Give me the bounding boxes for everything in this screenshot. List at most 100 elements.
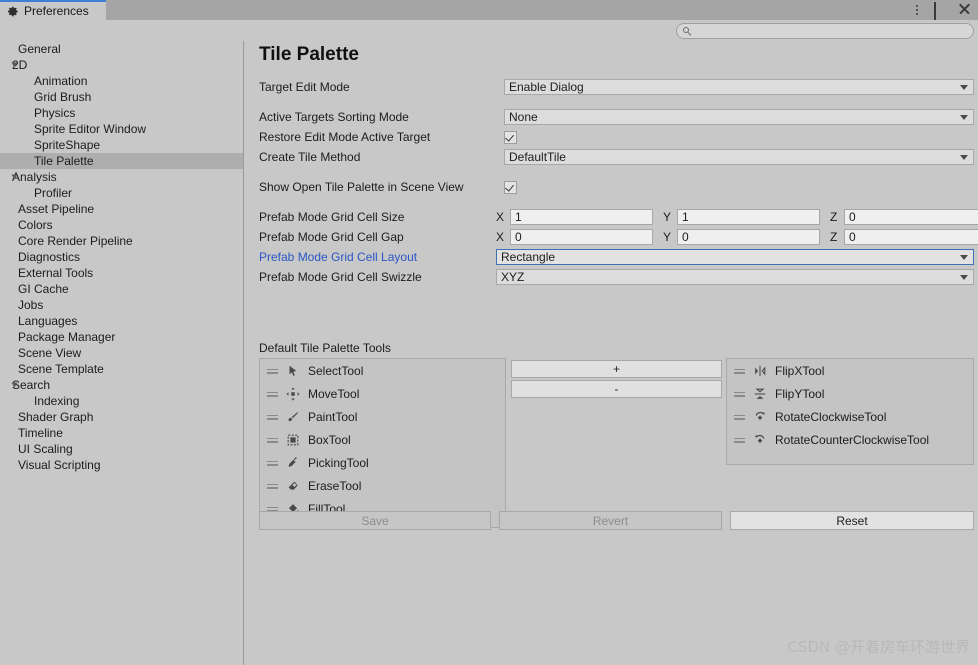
- drag-handle-icon[interactable]: [267, 412, 278, 422]
- sidebar-item-profiler[interactable]: Profiler: [0, 185, 243, 201]
- dropdown-create-tile-method[interactable]: DefaultTile: [504, 149, 974, 165]
- dropdown-active-targets-sorting-mode[interactable]: None: [504, 109, 974, 125]
- available-tools-list[interactable]: FlipXTool FlipYTool RotateClockwiseTool …: [726, 358, 974, 465]
- window-controls: [910, 0, 972, 21]
- number-input-x[interactable]: 1: [510, 209, 653, 225]
- sidebar-item-animation[interactable]: Animation: [0, 73, 243, 89]
- number-input-x[interactable]: 0: [510, 229, 653, 245]
- tool-list-item[interactable]: BoxTool: [260, 428, 505, 451]
- reset-button[interactable]: Reset: [730, 511, 974, 530]
- number-input-z[interactable]: 0: [844, 229, 978, 245]
- drag-handle-icon[interactable]: [734, 412, 745, 422]
- save-button[interactable]: Save: [259, 511, 491, 530]
- sidebar-item-languages[interactable]: Languages: [0, 313, 243, 329]
- drag-handle-icon[interactable]: [267, 366, 278, 376]
- vector3-field: X1Y1Z0: [496, 208, 978, 226]
- tool-list-item[interactable]: PickingTool: [260, 451, 505, 474]
- sidebar-item-analysis[interactable]: Analysis: [0, 169, 243, 185]
- tool-list-item[interactable]: MoveTool: [260, 382, 505, 405]
- sidebar-item-package-manager[interactable]: Package Manager: [0, 329, 243, 345]
- sidebar-item-ui-scaling[interactable]: UI Scaling: [0, 441, 243, 457]
- dropdown-target-edit-mode[interactable]: Enable Dialog: [504, 79, 974, 95]
- sidebar-item-jobs[interactable]: Jobs: [0, 297, 243, 313]
- drag-handle-icon[interactable]: [734, 435, 745, 445]
- tool-list-item[interactable]: FlipXTool: [727, 359, 973, 382]
- sidebar-item-spriteshape[interactable]: SpriteShape: [0, 137, 243, 153]
- sidebar-item-general[interactable]: General: [0, 41, 243, 57]
- settings-sidebar[interactable]: General 2D Animation Grid Brush Physics Sprit…: [0, 41, 244, 665]
- checkbox-restore-edit-mode-active-target[interactable]: [504, 130, 517, 144]
- drag-handle-icon[interactable]: [267, 435, 278, 445]
- sidebar-item-label: Scene View: [18, 346, 82, 360]
- tool-list-item[interactable]: RotateCounterClockwiseTool: [727, 428, 973, 451]
- expand-arrow-icon[interactable]: [0, 62, 18, 68]
- sidebar-item-physics[interactable]: Physics: [0, 105, 243, 121]
- dropdown-value: None: [509, 110, 538, 124]
- sidebar-item-label: Tile Palette: [34, 154, 94, 168]
- dropdown-prefab-mode-grid-cell-layout[interactable]: Rectangle: [496, 249, 974, 265]
- sidebar-item-shader-graph[interactable]: Shader Graph: [0, 409, 243, 425]
- close-icon[interactable]: [958, 3, 972, 17]
- sidebar-item-indexing[interactable]: Indexing: [0, 393, 243, 409]
- tool-list-item[interactable]: SelectTool: [260, 359, 505, 382]
- sidebar-item-scene-template[interactable]: Scene Template: [0, 361, 243, 377]
- sidebar-item-label: External Tools: [18, 266, 94, 280]
- sidebar-item-visual-scripting[interactable]: Visual Scripting: [0, 457, 243, 473]
- drag-handle-icon[interactable]: [267, 481, 278, 491]
- number-input-y[interactable]: 0: [677, 229, 820, 245]
- setting-label: Prefab Mode Grid Cell Gap: [259, 230, 404, 244]
- sidebar-item-label: Jobs: [18, 298, 44, 312]
- tool-list-item[interactable]: EraseTool: [260, 474, 505, 497]
- sidebar-item-diagnostics[interactable]: Diagnostics: [0, 249, 243, 265]
- drag-handle-icon[interactable]: [734, 366, 745, 376]
- expand-arrow-icon[interactable]: [0, 382, 18, 388]
- tool-list-item[interactable]: FlipYTool: [727, 382, 973, 405]
- add-tool-button[interactable]: +: [511, 360, 722, 378]
- tool-label: PickingTool: [308, 455, 369, 470]
- sidebar-item-label: Shader Graph: [18, 410, 94, 424]
- sidebar-item-sprite-editor-window[interactable]: Sprite Editor Window: [0, 121, 243, 137]
- setting-row: Target Edit Mode Enable Dialog: [245, 77, 978, 97]
- drag-handle-icon[interactable]: [267, 389, 278, 399]
- chevron-down-icon: [960, 275, 968, 280]
- tab-preferences[interactable]: Preferences: [0, 0, 106, 20]
- drag-handle-icon[interactable]: [734, 389, 745, 399]
- tool-list-item[interactable]: RotateClockwiseTool: [727, 405, 973, 428]
- sidebar-item-2d[interactable]: 2D: [0, 57, 243, 73]
- sidebar-item-scene-view[interactable]: Scene View: [0, 345, 243, 361]
- sidebar-item-gi-cache[interactable]: GI Cache: [0, 281, 243, 297]
- brush-icon: [285, 409, 301, 425]
- remove-tool-button[interactable]: -: [511, 380, 722, 398]
- sidebar-item-tile-palette[interactable]: Tile Palette: [0, 153, 243, 169]
- box-select-icon: [285, 432, 301, 448]
- sidebar-item-asset-pipeline[interactable]: Asset Pipeline: [0, 201, 243, 217]
- chevron-down-icon: [960, 115, 968, 120]
- sidebar-item-core-render-pipeline[interactable]: Core Render Pipeline: [0, 233, 243, 249]
- tab-label: Preferences: [24, 4, 89, 18]
- default-tools-list[interactable]: SelectTool MoveTool PaintTool BoxTool Pic…: [259, 358, 506, 528]
- number-input-z[interactable]: 0: [844, 209, 978, 225]
- sidebar-item-grid-brush[interactable]: Grid Brush: [0, 89, 243, 105]
- revert-button[interactable]: Revert: [499, 511, 722, 530]
- axis-label-y: Y: [663, 230, 672, 244]
- search-input[interactable]: [696, 24, 956, 38]
- sidebar-item-label: Asset Pipeline: [18, 202, 95, 216]
- tool-label: RotateClockwiseTool: [775, 409, 887, 424]
- setting-label: Prefab Mode Grid Cell Swizzle: [259, 270, 422, 284]
- search-box[interactable]: [676, 23, 974, 39]
- expand-arrow-icon[interactable]: [0, 174, 18, 180]
- dropdown-prefab-mode-grid-cell-swizzle[interactable]: XYZ: [496, 269, 974, 285]
- drag-handle-icon[interactable]: [267, 458, 278, 468]
- axis-label-x: X: [496, 230, 505, 244]
- sidebar-item-external-tools[interactable]: External Tools: [0, 265, 243, 281]
- kebab-menu-icon[interactable]: [910, 3, 924, 17]
- maximize-icon[interactable]: [934, 2, 948, 21]
- sidebar-item-timeline[interactable]: Timeline: [0, 425, 243, 441]
- sidebar-item-search[interactable]: Search: [0, 377, 243, 393]
- sidebar-item-colors[interactable]: Colors: [0, 217, 243, 233]
- setting-row: Active Targets Sorting Mode None: [245, 107, 978, 127]
- tool-list-item[interactable]: PaintTool: [260, 405, 505, 428]
- sidebar-item-label: Languages: [18, 314, 78, 328]
- checkbox-show-open-tile-palette-in-scene-view[interactable]: [504, 180, 517, 194]
- number-input-y[interactable]: 1: [677, 209, 820, 225]
